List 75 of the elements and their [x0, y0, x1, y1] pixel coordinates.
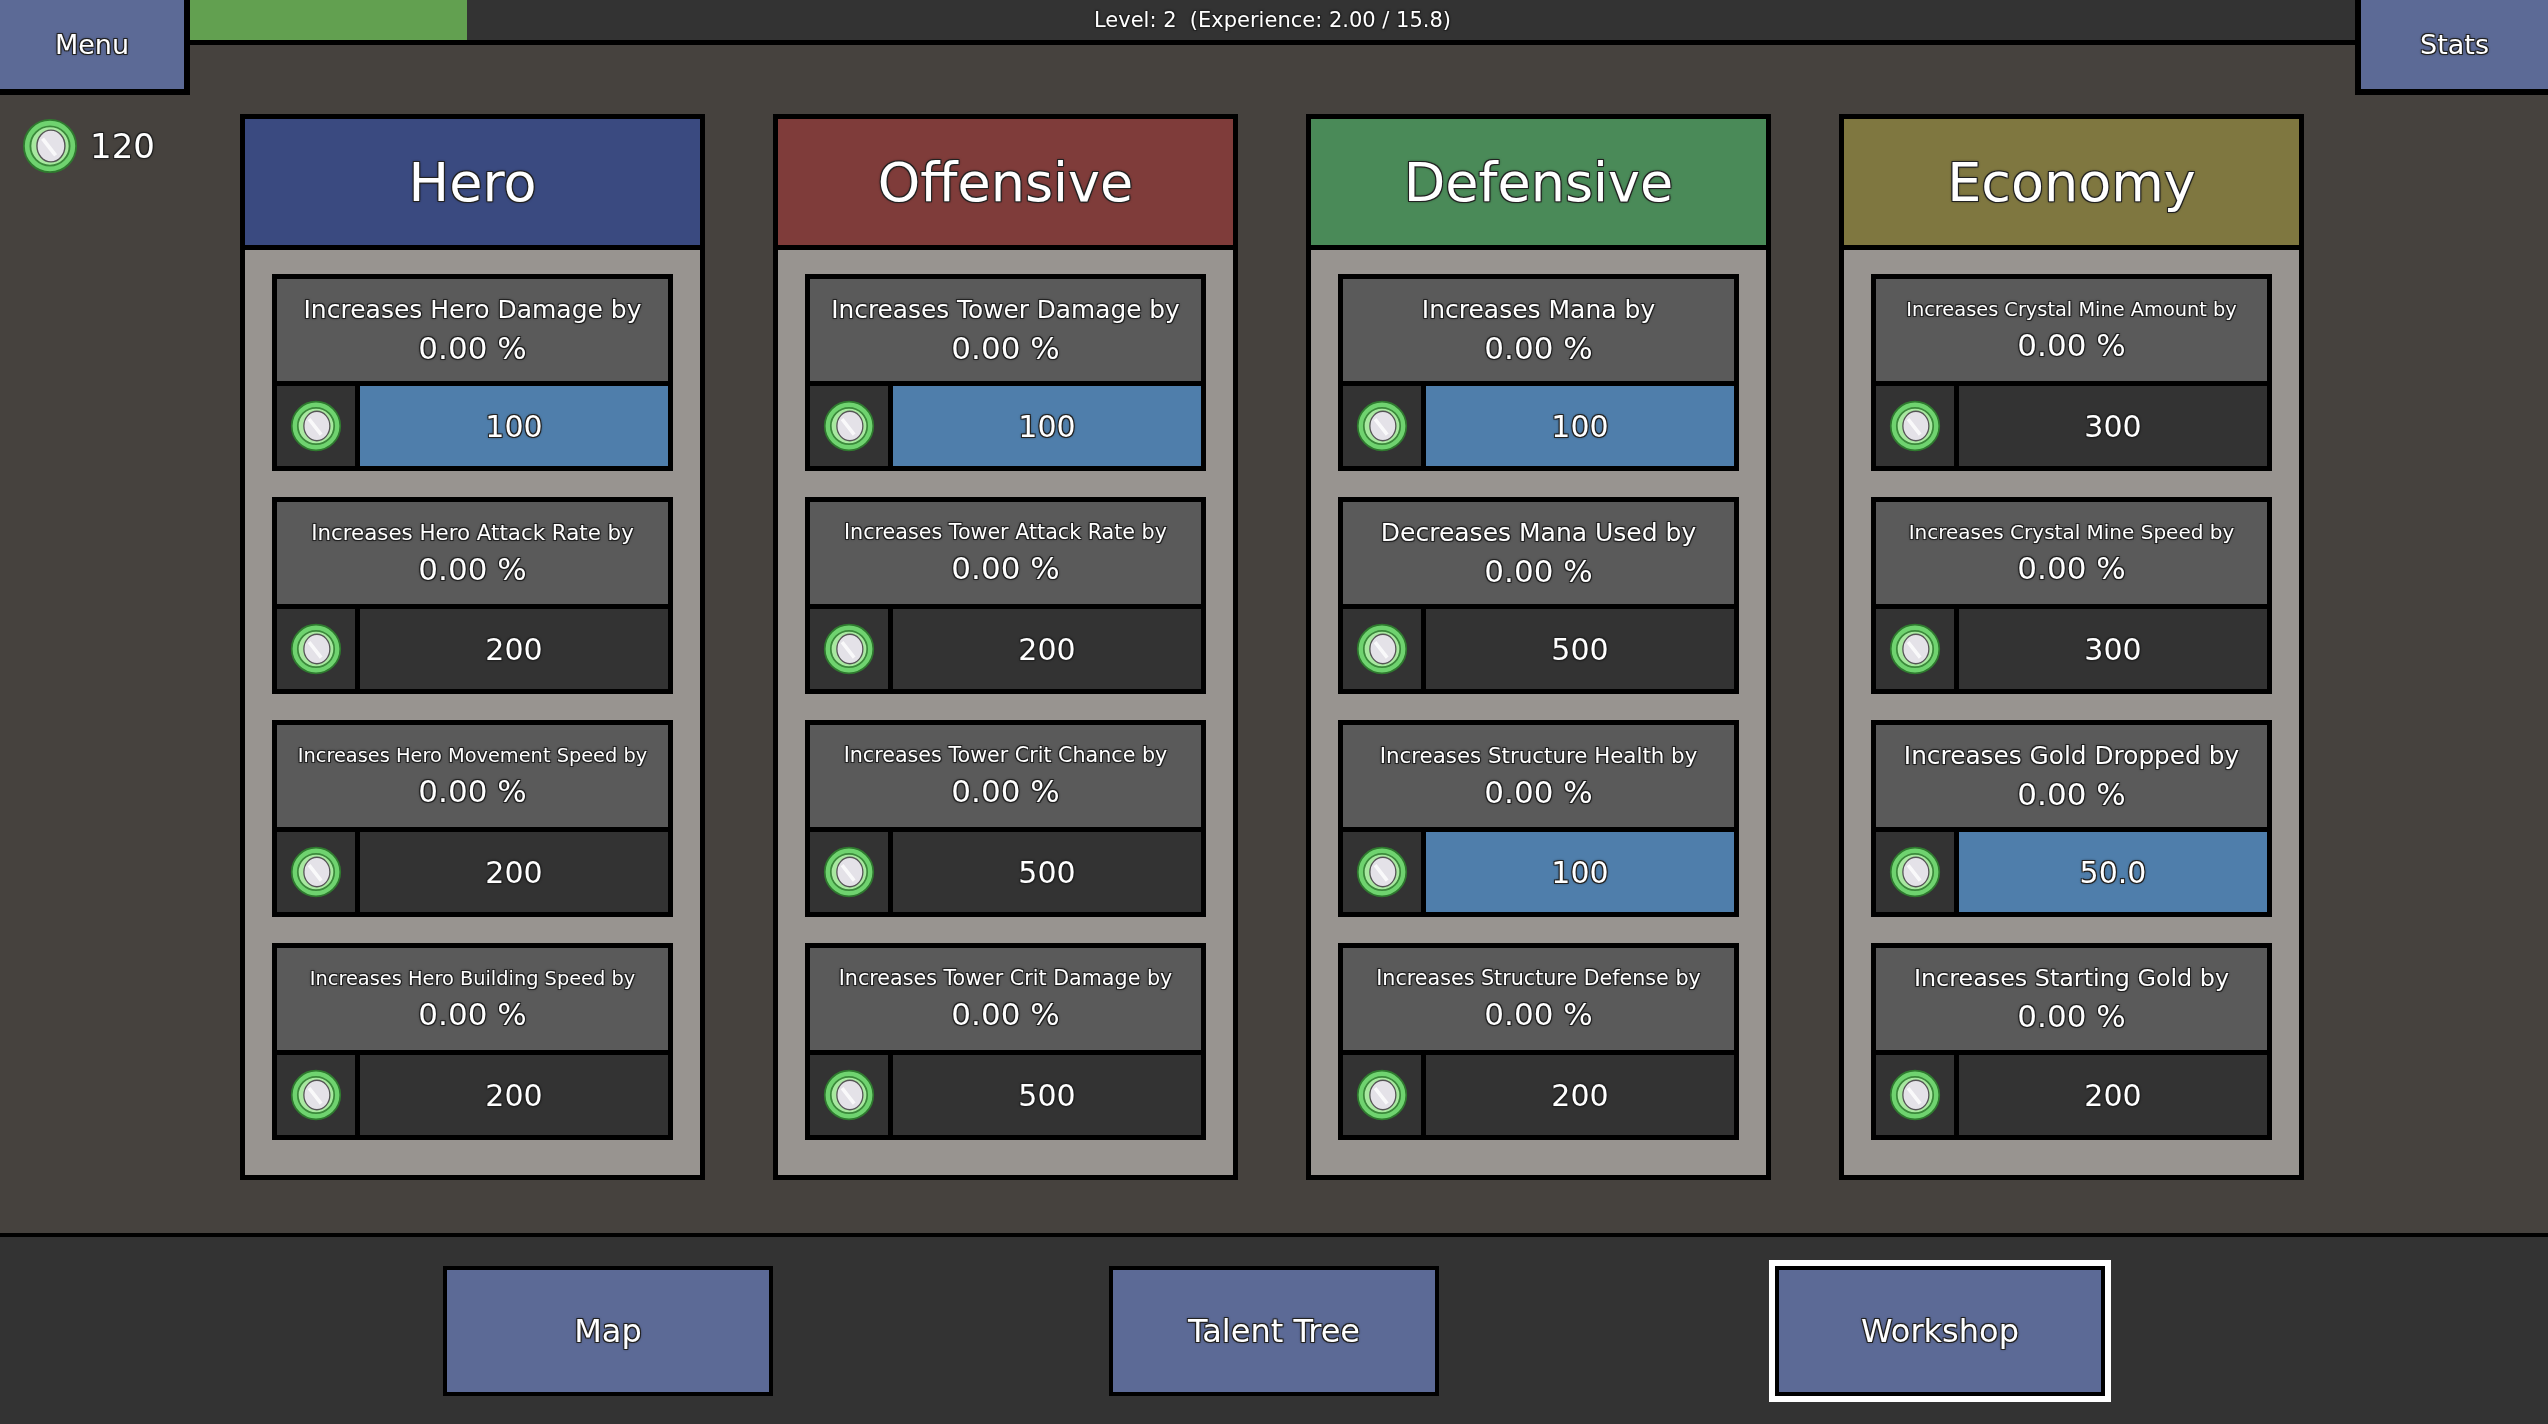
- purchase-cost-button[interactable]: 200: [360, 609, 668, 689]
- crystal-coin-icon: [1356, 400, 1408, 452]
- crystal-coin-icon: [1889, 623, 1941, 675]
- purchase-cost-button[interactable]: 100: [1426, 832, 1734, 912]
- upgrade-description: Increases Tower Attack Rate by: [844, 520, 1167, 544]
- crystal-coin-icon: [1356, 623, 1408, 675]
- upgrade-percent: 0.00 %: [2017, 550, 2126, 586]
- purchase-cost-button[interactable]: 200: [1959, 1055, 2267, 1135]
- upgrade-percent: 0.00 %: [2017, 998, 2126, 1034]
- upgrade-description: Increases Crystal Mine Amount by: [1906, 297, 2237, 321]
- upgrade-description: Increases Crystal Mine Speed by: [1908, 520, 2235, 544]
- upgrade-percent: 0.00 %: [2017, 326, 2126, 363]
- upgrade-percent: 0.00 %: [951, 329, 1060, 366]
- purchase-cost-button[interactable]: 300: [1959, 609, 2267, 689]
- column-header: Defensive: [1311, 119, 1766, 250]
- column-header: Economy: [1844, 119, 2299, 250]
- crystal-coin-icon: [1356, 1069, 1408, 1121]
- purchase-cost-button[interactable]: 200: [360, 832, 668, 912]
- upgrade-percent: 0.00 %: [1484, 552, 1593, 589]
- upgrade-description: Increases Tower Crit Chance by: [843, 743, 1168, 767]
- experience-label: Level: 2 (Experience: 2.00 / 15.8): [1093, 8, 1452, 32]
- crystal-coin-icon: [823, 623, 875, 675]
- purchase-cost-button[interactable]: 100: [360, 386, 668, 466]
- crystal-coin-icon: [1889, 400, 1941, 452]
- upgrade-percent: 0.00 %: [1484, 773, 1593, 810]
- crystal-coin-icon: [823, 846, 875, 898]
- upgrade-percent: 0.00 %: [2017, 775, 2126, 812]
- column-header: Hero: [245, 119, 700, 250]
- purchase-cost-button[interactable]: 200: [893, 609, 1201, 689]
- purchase-cost-button[interactable]: 100: [893, 386, 1201, 466]
- upgrade-description: Increases Hero Movement Speed by: [297, 743, 648, 767]
- menu-button[interactable]: Menu: [0, 0, 190, 95]
- upgrade-description: Increases Tower Crit Damage by: [838, 966, 1173, 990]
- upgrade-description: Increases Structure Defense by: [1376, 966, 1701, 990]
- nav-button[interactable]: Map: [443, 1265, 773, 1396]
- upgrade-percent: 0.00 %: [418, 329, 527, 366]
- purchase-cost-button[interactable]: 500: [893, 1055, 1201, 1135]
- upgrade-description: Increases Hero Building Speed by: [309, 966, 636, 990]
- purchase-cost-button[interactable]: 200: [360, 1055, 668, 1135]
- crystal-coin-icon: [22, 118, 78, 174]
- upgrade-percent: 0.00 %: [418, 772, 527, 809]
- upgrade-description: Increases Hero Damage by: [303, 294, 642, 324]
- upgrade-percent: 0.00 %: [951, 550, 1060, 586]
- upgrade-description: Increases Mana by: [1421, 294, 1656, 324]
- purchase-cost-button[interactable]: 50.0: [1959, 832, 2267, 912]
- upgrade-description: Increases Structure Health by: [1379, 742, 1698, 768]
- upgrade-description: Increases Gold Dropped by: [1903, 740, 2240, 770]
- crystal-coin-icon: [823, 400, 875, 452]
- purchase-cost-button[interactable]: 300: [1959, 386, 2267, 466]
- upgrade-percent: 0.00 %: [418, 550, 527, 587]
- upgrade-percent: 0.00 %: [1484, 996, 1593, 1032]
- crystal-coin-icon: [290, 400, 342, 452]
- currency-amount: 120: [90, 126, 155, 166]
- upgrade-percent: 0.00 %: [418, 995, 527, 1032]
- purchase-cost-button[interactable]: 500: [893, 832, 1201, 912]
- column-header: Offensive: [778, 119, 1233, 250]
- purchase-cost-button[interactable]: 200: [1426, 1055, 1734, 1135]
- upgrade-description: Increases Starting Gold by: [1913, 964, 2230, 992]
- upgrade-percent: 0.00 %: [1484, 329, 1593, 366]
- crystal-coin-icon: [290, 846, 342, 898]
- nav-button[interactable]: Talent Tree: [1109, 1265, 1439, 1396]
- crystal-coin-icon: [290, 623, 342, 675]
- upgrade-description: Increases Hero Attack Rate by: [311, 519, 634, 545]
- crystal-coin-icon: [1889, 1069, 1941, 1121]
- upgrade-description: Decreases Mana Used by: [1380, 517, 1697, 547]
- upgrade-description: Increases Tower Damage by: [831, 294, 1180, 324]
- purchase-cost-button[interactable]: 500: [1426, 609, 1734, 689]
- crystal-coin-icon: [1356, 846, 1408, 898]
- purchase-cost-button[interactable]: 100: [1426, 386, 1734, 466]
- upgrade-percent: 0.00 %: [951, 773, 1060, 809]
- crystal-coin-icon: [1889, 846, 1941, 898]
- upgrade-percent: 0.00 %: [951, 996, 1060, 1032]
- crystal-coin-icon: [823, 1069, 875, 1121]
- stats-button[interactable]: Stats: [2355, 0, 2548, 95]
- crystal-coin-icon: [290, 1069, 342, 1121]
